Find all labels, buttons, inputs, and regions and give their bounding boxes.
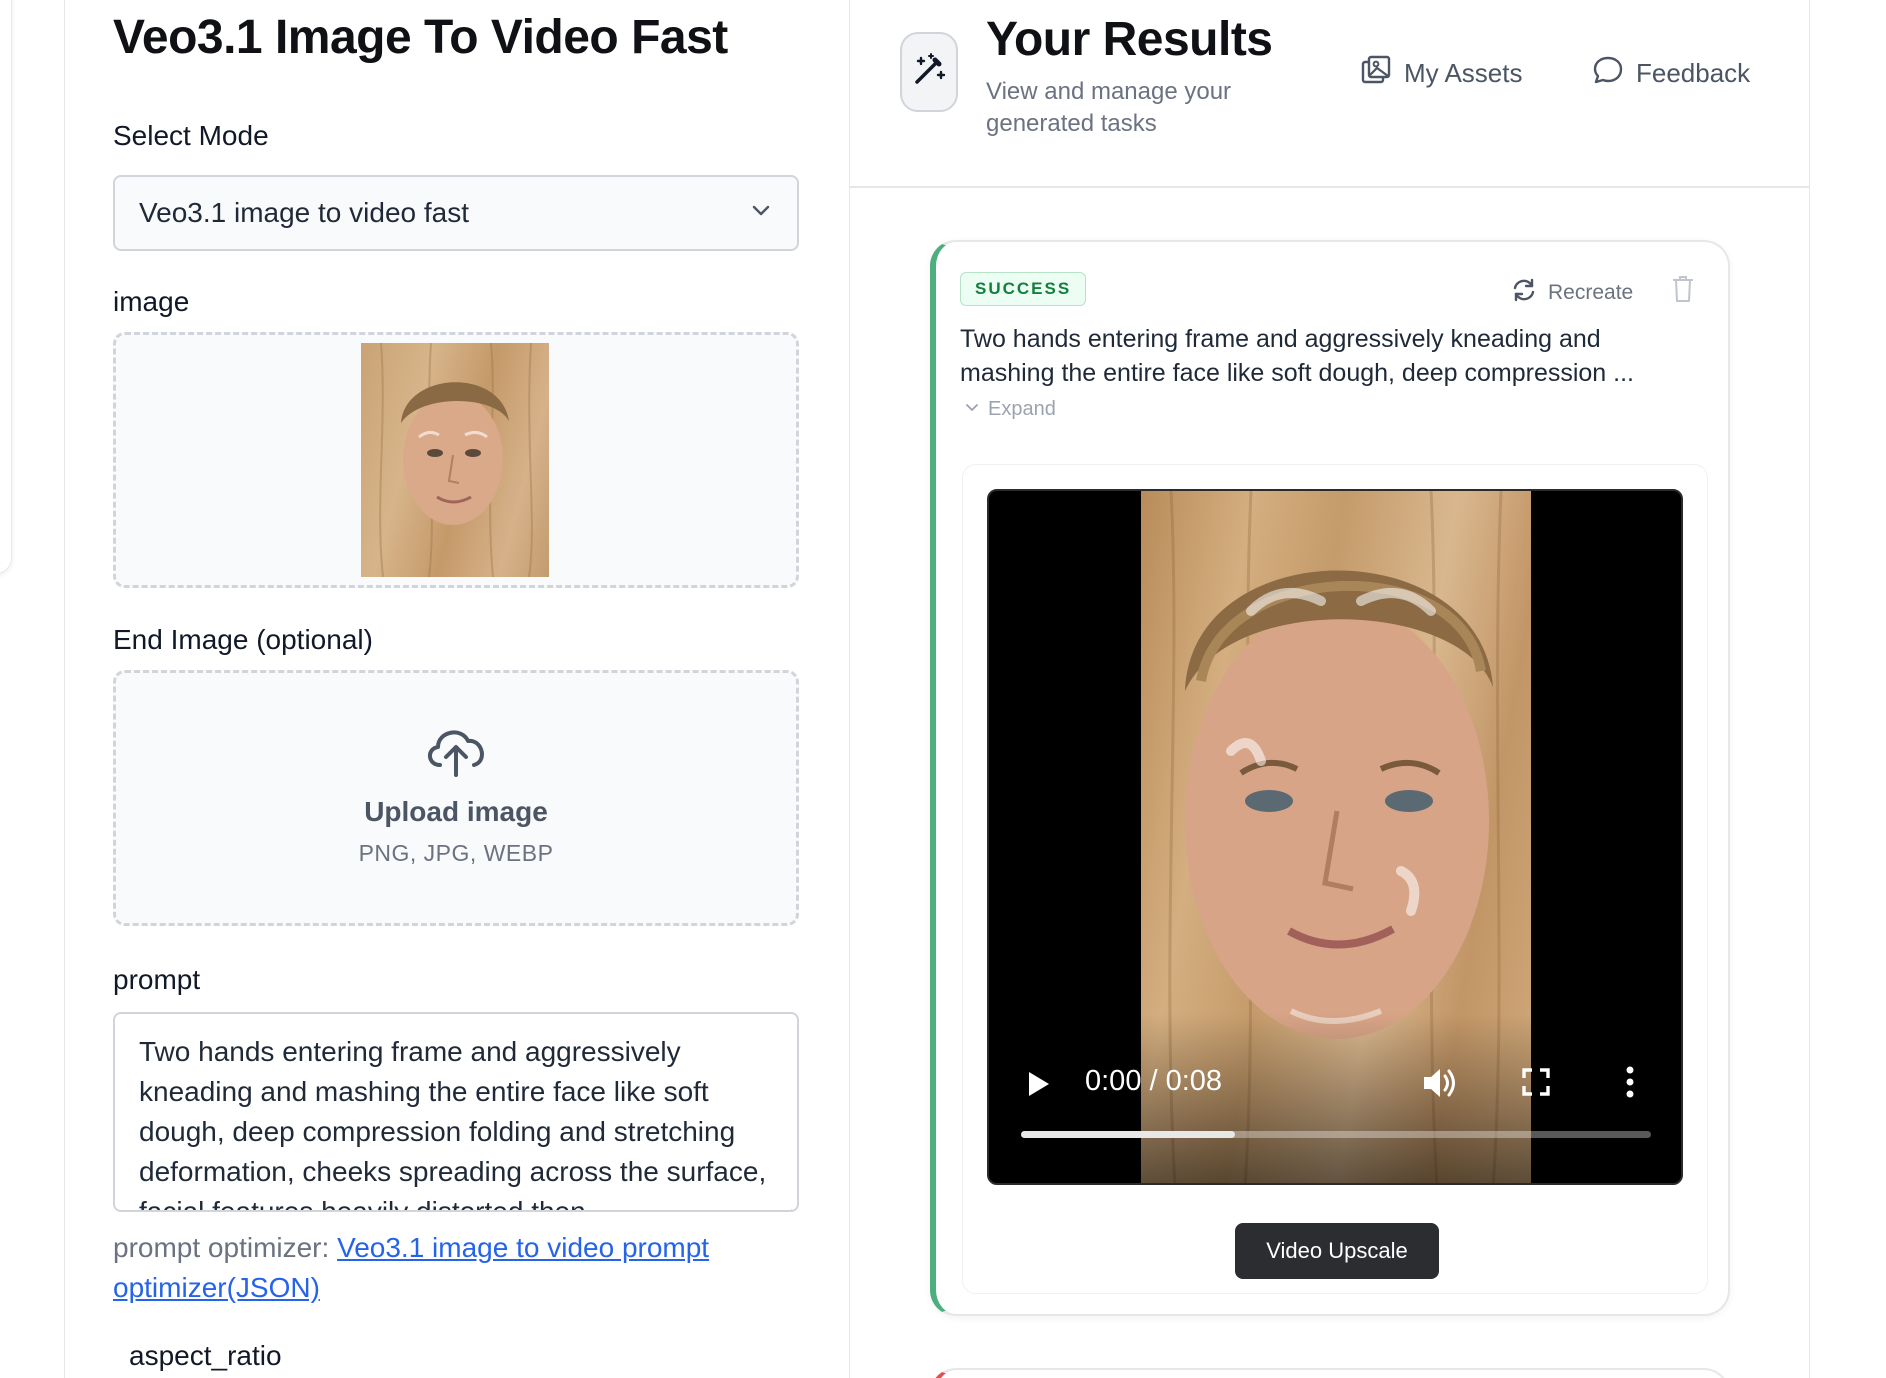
end-image-label: End Image (optional) — [113, 624, 373, 655]
uploaded-image-thumbnail[interactable] — [361, 343, 549, 577]
image-dropzone[interactable] — [113, 332, 799, 588]
delete-button[interactable] — [1670, 274, 1696, 309]
results-subtitle: View and manage your generated tasks — [986, 78, 1232, 137]
generation-form: Veo3.1 Image To Video Fast Select Mode V… — [64, 0, 850, 1378]
aspect-ratio-label: aspect_ratio — [129, 1340, 282, 1371]
play-icon[interactable] — [1025, 1069, 1053, 1104]
feedback-link[interactable]: Feedback — [1592, 54, 1750, 93]
chat-bubble-icon — [1592, 54, 1624, 93]
image-gallery-icon — [1360, 54, 1392, 93]
mode-select-value: Veo3.1 image to video fast — [139, 197, 469, 228]
upload-formats: PNG, JPG, WEBP — [358, 840, 554, 866]
chevron-down-icon — [964, 398, 980, 421]
trash-icon — [1670, 276, 1696, 308]
expand-label: Expand — [988, 398, 1056, 420]
chevron-down-icon — [749, 197, 773, 229]
task-prompt-preview: Two hands entering frame and aggressivel… — [960, 325, 1634, 387]
prompt-label: prompt — [113, 964, 201, 995]
mode-label: Select Mode — [113, 120, 269, 151]
my-assets-label: My Assets — [1404, 58, 1523, 88]
my-assets-link[interactable]: My Assets — [1360, 54, 1522, 93]
video-progress-bar[interactable] — [1021, 1131, 1651, 1138]
results-header: Your Results View and manage your genera… — [850, 0, 1810, 188]
expand-toggle[interactable]: Expand — [964, 398, 1056, 421]
magic-wand-button[interactable] — [900, 32, 958, 112]
refresh-icon — [1510, 276, 1538, 310]
results-title: Your Results — [986, 13, 1273, 66]
prompt-optimizer: prompt optimizer: Veo3.1 image to video … — [113, 1228, 793, 1308]
results-panel: Your Results View and manage your genera… — [850, 0, 1810, 1378]
mode-select[interactable]: Veo3.1 image to video fast — [113, 175, 799, 251]
page-title: Veo3.1 Image To Video Fast — [113, 11, 728, 64]
side-panel-edge — [0, 0, 12, 574]
magic-wand-icon — [909, 50, 949, 95]
video-upscale-button[interactable]: Video Upscale — [1235, 1223, 1439, 1279]
resize-handle-icon[interactable] — [779, 1192, 793, 1210]
upload-title: Upload image — [364, 796, 548, 827]
feedback-label: Feedback — [1636, 58, 1751, 88]
prompt-textarea[interactable]: Two hands entering frame and aggressivel… — [113, 1012, 799, 1212]
video-time: 0:00 / 0:08 — [1085, 1065, 1223, 1097]
prompt-text: Two hands entering frame and aggressivel… — [139, 1036, 767, 1212]
recreate-label: Recreate — [1548, 281, 1634, 304]
end-image-dropzone[interactable]: Upload image PNG, JPG, WEBP — [113, 670, 799, 926]
video-progress-fill — [1021, 1131, 1236, 1138]
optimizer-prefix: prompt optimizer: — [113, 1232, 338, 1263]
next-task-card — [930, 1368, 1730, 1378]
media-container: 0:00 / 0:08 Video Upscale — [962, 464, 1708, 1294]
status-badge: SUCCESS — [960, 272, 1087, 306]
fullscreen-icon[interactable] — [1521, 1067, 1551, 1102]
recreate-button[interactable]: Recreate — [1510, 276, 1633, 310]
more-options-icon[interactable] — [1625, 1065, 1635, 1104]
cloud-upload-icon — [422, 730, 490, 781]
volume-icon[interactable] — [1421, 1065, 1459, 1106]
controls-overlay — [989, 1013, 1681, 1183]
video-player[interactable]: 0:00 / 0:08 — [987, 489, 1683, 1185]
task-card: SUCCESS Recreate Two hands entering fram — [930, 240, 1730, 1316]
image-label: image — [113, 286, 190, 317]
